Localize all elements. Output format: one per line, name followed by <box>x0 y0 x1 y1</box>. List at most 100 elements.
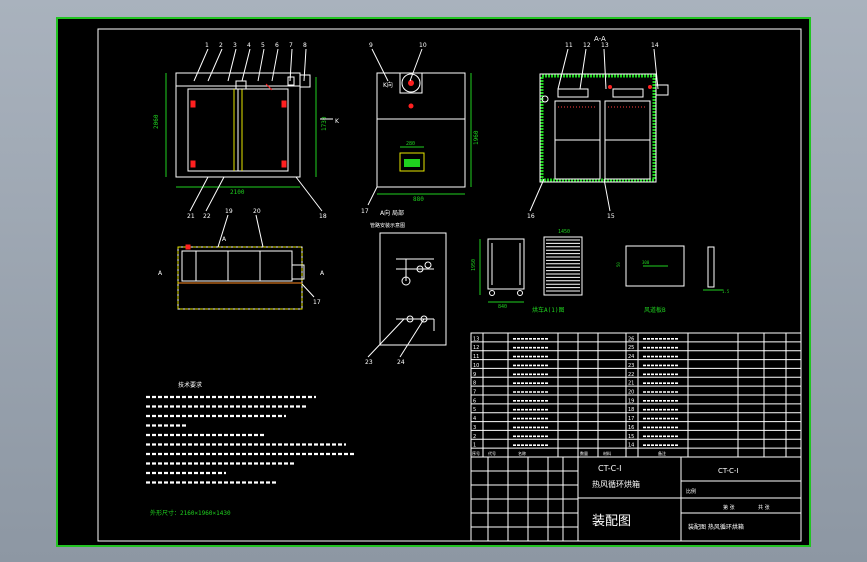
outer-size-text: 外形尺寸：2160×1960×1430 <box>150 509 231 517</box>
cad-drawing: 2060 2100 1730 K 12345678 K向 880 1960 28… <box>97 28 802 542</box>
part-cart-view: 840 1950 1450 烘车A(1)图 <box>471 229 583 314</box>
bom-row-number: 12 <box>473 345 479 351</box>
balloon-label: 3 <box>233 42 237 49</box>
balloon-label: 18 <box>319 213 327 220</box>
side-bottom-balloon: 17 <box>361 186 378 215</box>
bom-row-number: 16 <box>628 425 634 431</box>
bom-row-number: 23 <box>628 363 634 369</box>
bom-row-number: 24 <box>628 354 634 360</box>
board-height-dim: 50 <box>616 262 621 267</box>
svg-text:A: A <box>158 270 163 277</box>
bom-row-number: 15 <box>628 434 634 440</box>
bom-row-number: 8 <box>473 381 476 387</box>
balloon-label: 8 <box>303 42 307 49</box>
section-bottom-balloons: 16 15 <box>527 178 615 220</box>
side-top-balloons: 9 10 <box>369 42 427 82</box>
front-view: 2060 2100 1730 K <box>153 72 340 196</box>
balloon-label: 19 <box>225 208 233 215</box>
balloon-label: 14 <box>651 42 659 49</box>
bom-row-number: 26 <box>628 336 634 342</box>
board-thickness-dim: 1.5 <box>722 289 730 294</box>
balloon-label: 21 <box>187 213 195 220</box>
front-width-dim: 2100 <box>230 189 245 196</box>
bom-header-cell: 备注 <box>658 450 666 456</box>
bom-header-cell: 序号 <box>472 450 480 456</box>
side-height-dim: 1960 <box>473 130 480 145</box>
title-block: CT-C-I 热风循环烘箱 装配图 CT-C-I 比例 第 张 共 张 装配图 … <box>470 456 802 542</box>
balloon-label: 1 <box>205 42 209 49</box>
k-view-label: K向 <box>383 81 393 89</box>
balloon-label: 16 <box>527 213 535 220</box>
cart-height-dim: 1950 <box>471 259 477 271</box>
pipe-bottom-balloons: 23 24 <box>365 318 425 366</box>
front-top-balloons: 1 2 3 4 5 6 7 8 <box>193 42 307 82</box>
bom-row-number: 2 <box>473 434 476 440</box>
balloon-label: 10 <box>419 42 427 49</box>
balloon-label: 11 <box>565 42 573 49</box>
count-label: 共 张 <box>758 504 770 511</box>
balloon-label: 5 <box>261 42 265 49</box>
balloon-label: 24 <box>397 359 405 366</box>
svg-text:A: A <box>320 270 325 277</box>
pipe-diagram: A向 局部 管路安装示意图 <box>370 209 447 346</box>
balloon-label: 9 <box>369 42 373 49</box>
bom-row-number: 22 <box>628 372 634 378</box>
plan-view: A A A <box>158 236 325 310</box>
local-view-label: A向 局部 <box>380 209 404 217</box>
balloon-label: 23 <box>365 359 373 366</box>
bom-row-number: 6 <box>473 398 476 404</box>
section-top-balloons: 11 12 13 14 <box>557 42 659 90</box>
bom-row-number: 25 <box>628 345 634 351</box>
bom-row-number: 4 <box>473 416 476 422</box>
cart-width-dim: 840 <box>498 304 507 310</box>
part-view-a-label: 烘车A(1)图 <box>532 306 564 314</box>
product-name: 热风循环烘箱 <box>592 479 640 489</box>
balloon-label: 12 <box>583 42 591 49</box>
bom-row-number: 1 <box>473 443 476 449</box>
svg-text:17: 17 <box>361 208 369 215</box>
plan-side-balloon: 17 <box>301 283 321 306</box>
balloon-label: 20 <box>253 208 261 215</box>
bom-row-number: 18 <box>628 407 634 413</box>
sheet-label: 第 张 <box>723 504 735 511</box>
bom-row-number: 11 <box>473 354 479 360</box>
panel-width-dim: 280 <box>406 141 415 147</box>
bom-table: 1312111098765432126252423222120191817161… <box>470 332 802 458</box>
bom-row-number: 19 <box>628 398 634 404</box>
balloon-label: 2 <box>219 42 223 49</box>
notes-title: 技术要求 <box>178 381 202 389</box>
bom-row-number: 5 <box>473 407 476 413</box>
side-view: K向 880 1960 280 <box>376 72 480 203</box>
bom-row-number: 10 <box>473 363 479 369</box>
side-width-dim: 880 <box>413 196 424 203</box>
bom-header-cell: 名称 <box>518 450 526 456</box>
balloon-label: 22 <box>203 213 211 220</box>
drawing-title: 装配图 <box>592 514 631 529</box>
bom-row-number: 17 <box>628 416 634 422</box>
technical-notes: 技术要求 外形尺寸：2160×1960×1430 <box>146 381 356 517</box>
svg-text:17: 17 <box>313 299 321 306</box>
cart-depth-dim: 1450 <box>558 229 570 235</box>
board-width-dim: 300 <box>642 260 650 265</box>
company-text: 装配图 热风循环烘箱 <box>688 523 744 531</box>
bom-header-cell: 数量 <box>580 450 588 456</box>
front-height-dim: 2060 <box>153 114 160 129</box>
balloon-label: 4 <box>247 42 251 49</box>
bom-row-number: 7 <box>473 390 476 396</box>
code-right: CT-C-I <box>718 467 739 475</box>
svg-text:K: K <box>335 118 340 125</box>
scale-label: 比例 <box>686 488 696 495</box>
balloon-label: 13 <box>601 42 609 49</box>
bom-row-number: 9 <box>473 372 476 378</box>
svg-text:1730: 1730 <box>321 116 328 131</box>
bom-row-number: 13 <box>473 336 479 342</box>
bom-row-number: 20 <box>628 390 634 396</box>
balloon-label: 15 <box>607 213 615 220</box>
bom-header-cell: 材料 <box>603 450 611 456</box>
bom-row-number: 21 <box>628 381 634 387</box>
bom-header-cell: 代号 <box>488 450 496 456</box>
drawing-number: CT-C-I <box>598 464 621 473</box>
svg-text:A: A <box>222 236 227 243</box>
balloon-label: 7 <box>289 42 293 49</box>
bom-row-number: 14 <box>628 443 634 449</box>
